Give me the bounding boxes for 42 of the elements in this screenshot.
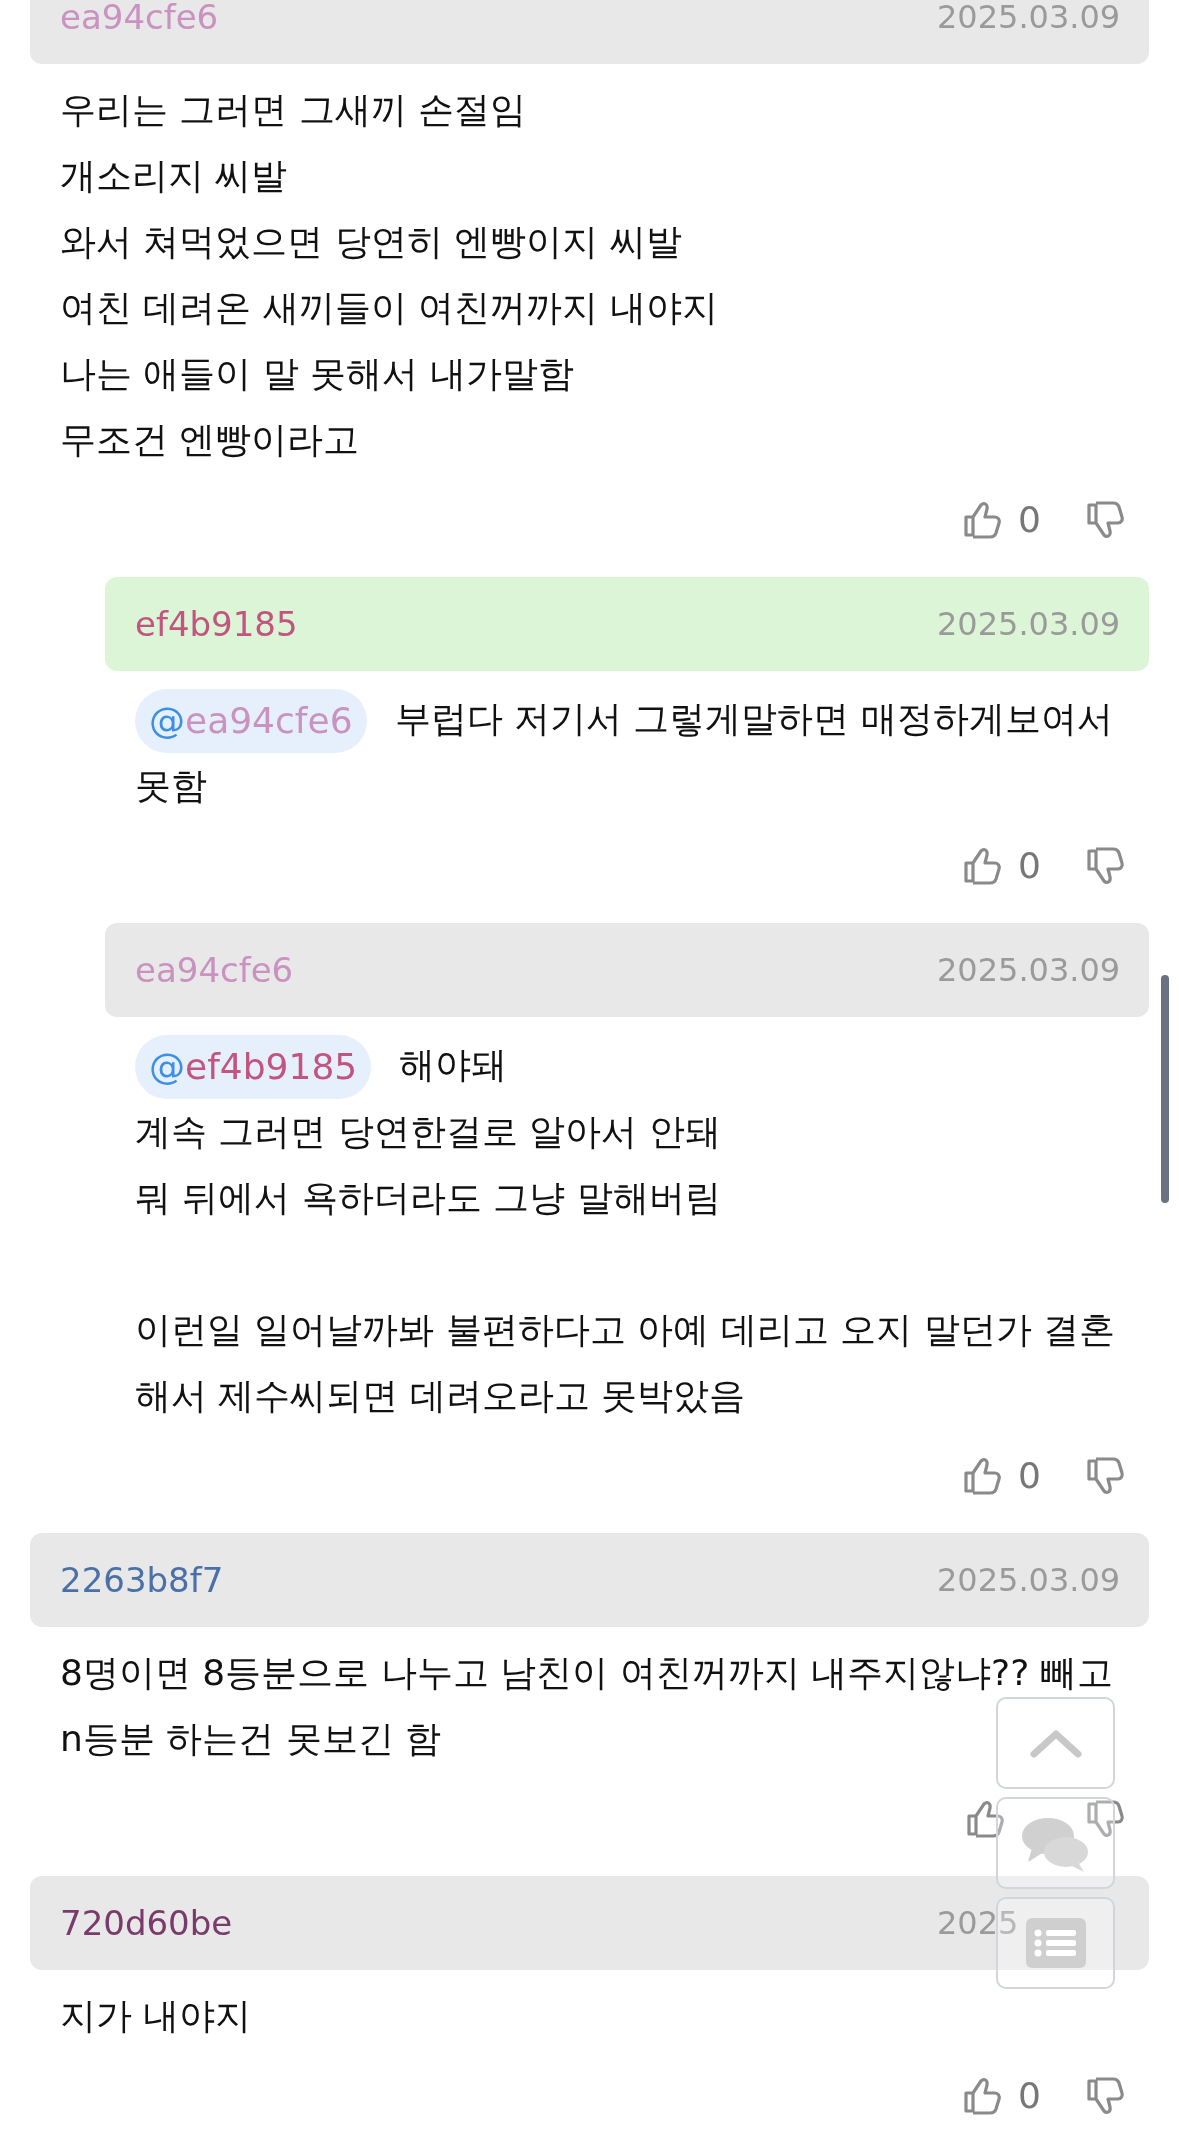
comment-date: 2025 [937,1904,1019,1942]
comment-author[interactable]: 720d60be [60,1897,233,1949]
mention-tag[interactable]: @ef4b9185 [135,1035,372,1099]
thumbs-down-icon[interactable] [1085,2075,1127,2117]
comment-text: 해야돼 [399,1044,508,1085]
comment-text: 이런일 일어날까봐 불편하다고 아예 데리고 오지 말던가 결혼 [135,1309,1116,1350]
comment-text: 8명이면 8등분으로 나누고 남친이 여친꺼까지 내주지않냐?? 빼고 [60,1652,1113,1693]
thumbs-up-icon[interactable] [965,1798,1007,1840]
comment-text: 뭐 뒤에서 욕하더라도 그냥 말해버림 [135,1177,721,1218]
comment-text: n등분 하는건 못보긴 함 [60,1718,442,1759]
comment-text: 우리는 그러면 그새끼 손절임 [60,89,527,130]
comment-author[interactable]: ea94cfe6 [135,944,294,996]
comment-author[interactable]: ea94cfe6 [60,0,219,43]
like-count: 0 [1018,844,1041,888]
list-icon [1025,1918,1086,1968]
comment-text: 못함 [135,765,207,806]
comment-text: 지가 내야지 [60,1995,252,2036]
like-count: 0 [1018,498,1041,542]
comment-text: 여친 데려온 새끼들이 여친꺼까지 내야지 [60,287,718,328]
comment-date: 2025.03.09 [937,0,1121,36]
chevron-up-icon [1029,1728,1082,1758]
comment-text: 해서 제수씨되면 데려오라고 못박았음 [135,1375,746,1416]
thumbs-down-icon[interactable] [1085,499,1127,541]
comment-text: 계속 그러면 당연한걸로 알아서 안돼 [135,1111,721,1152]
comment-author[interactable]: 2263b8f7 [60,1554,224,1606]
thumbs-down-icon[interactable] [1085,1798,1127,1840]
comment-date: 2025.03.09 [937,951,1121,989]
comment-author[interactable]: ef4b9185 [135,598,298,650]
comment-date: 2025.03.09 [937,1561,1121,1599]
comment-text: 개소리지 씨발 [60,155,288,196]
comment-text: 무조건 엔빵이라고 [60,419,360,460]
comment-date: 2025.03.09 [937,605,1121,643]
comment-text: 부럽다 저기서 그렇게말하면 매정하게보여서 [394,698,1113,739]
scrollbar[interactable] [1161,975,1169,1203]
like-count: 0 [1018,2074,1041,2118]
mention-tag[interactable]: @ea94cfe6 [135,689,367,753]
like-count: 0 [1018,1454,1041,1498]
thumbs-down-icon[interactable] [1085,845,1127,887]
thumbs-down-icon[interactable] [1085,1455,1127,1497]
comments-button[interactable] [996,1797,1115,1889]
comment-text: 와서 쳐먹었으면 당연히 엔빵이지 씨발 [60,221,682,262]
comment-text: 나는 애들이 말 못해서 내가말함 [60,353,574,394]
